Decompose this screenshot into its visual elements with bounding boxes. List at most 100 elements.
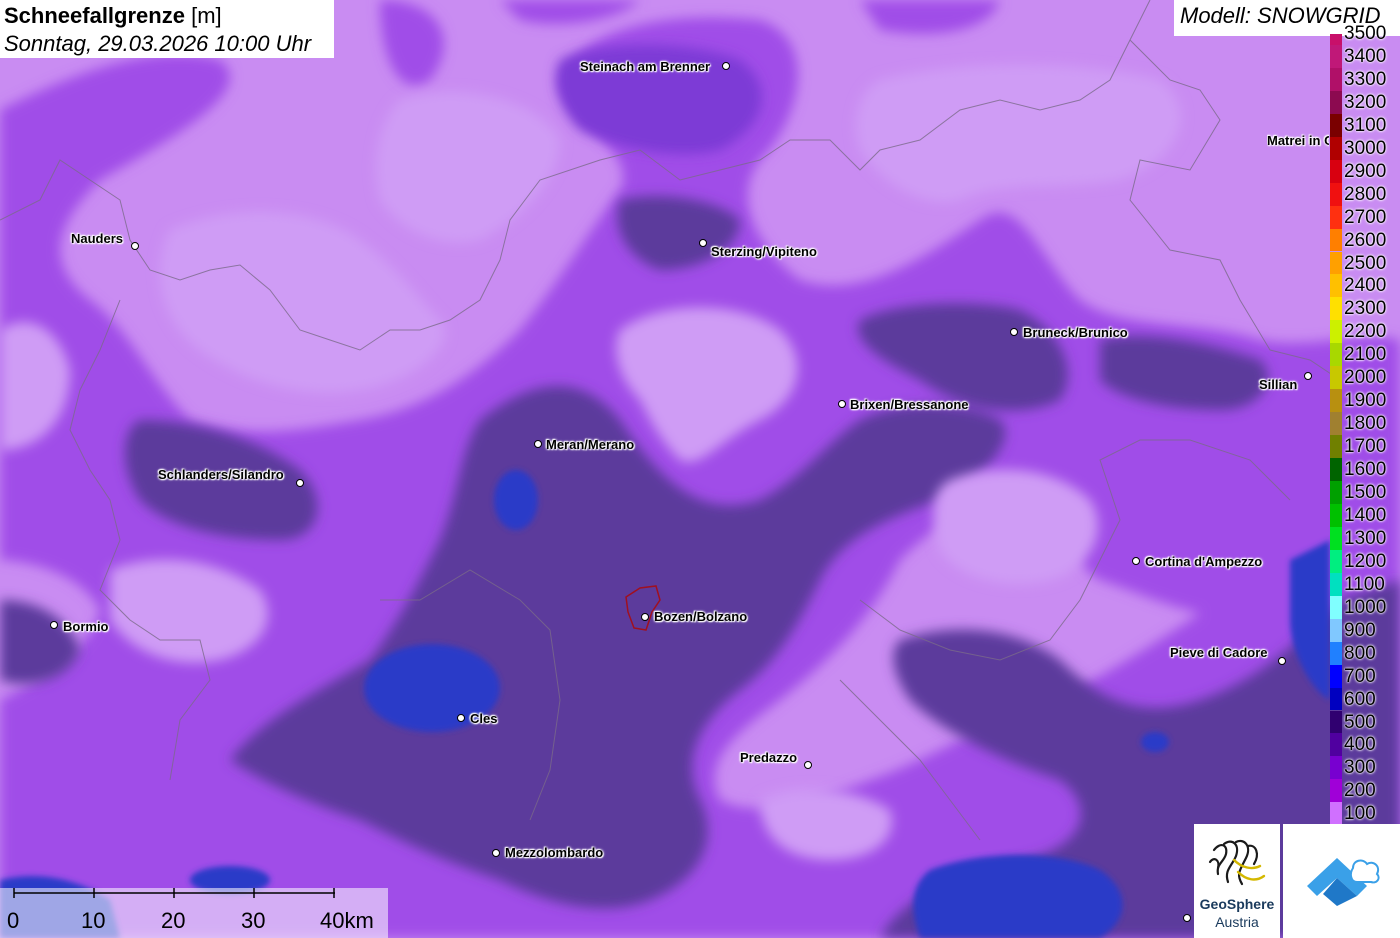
city-bormio[interactable]: Bormio [63, 619, 109, 634]
legend-label: 100 [1344, 803, 1376, 825]
city-nauders[interactable]: Nauders [71, 231, 123, 246]
legend-label: 3300 [1344, 68, 1387, 90]
scale-bar: 0 10 20 30 40km [0, 888, 388, 938]
legend-swatch [1330, 458, 1342, 481]
legend-swatch [1330, 779, 1342, 803]
legend-label: 2600 [1344, 229, 1387, 251]
city-marker[interactable] [296, 479, 304, 487]
legend-swatch [1330, 44, 1342, 68]
city-marker[interactable] [804, 761, 812, 769]
legend-swatch [1330, 343, 1342, 367]
legend-swatch [1330, 618, 1342, 642]
legend-label: 3400 [1344, 45, 1387, 67]
legend-swatch [1330, 435, 1342, 459]
legend-label: 1400 [1344, 504, 1387, 526]
legend-swatch [1330, 549, 1342, 573]
city-predazzo[interactable]: Predazzo [740, 750, 797, 765]
legend-label: 1000 [1344, 596, 1387, 618]
legend-swatch [1330, 526, 1342, 550]
city-sterzing[interactable]: Sterzing/Vipiteno [711, 244, 817, 259]
geosphere-logo[interactable]: GeoSphere Austria [1194, 824, 1280, 938]
legend-swatch [1330, 159, 1342, 183]
legend-label: 2300 [1344, 298, 1387, 320]
city-marker[interactable] [1183, 914, 1191, 922]
legend-label: 600 [1344, 688, 1376, 710]
legend-label: 500 [1344, 711, 1376, 733]
legend-label: 3100 [1344, 114, 1387, 136]
legend-swatch [1330, 90, 1342, 114]
city-marker[interactable] [457, 714, 465, 722]
title-box: Schneefallgrenze [m] Sonntag, 29.03.2026… [0, 0, 334, 58]
legend-swatch [1330, 182, 1342, 206]
city-marker[interactable] [131, 242, 139, 250]
legend-label: 1300 [1344, 527, 1387, 549]
city-marker[interactable] [492, 849, 500, 857]
city-marker[interactable] [1278, 657, 1286, 665]
city-cles[interactable]: Cles [470, 711, 497, 726]
logo-line2: Austria [1215, 914, 1259, 930]
arrow-cloud-icon [1307, 858, 1380, 906]
city-meran[interactable]: Meran/Merano [546, 437, 634, 452]
color-legend: 3500 3400 3300 3200 3100 3000 2900 2800 2700 2600… [1330, 23, 1400, 828]
legend-label: 3200 [1344, 91, 1387, 113]
city-marker[interactable] [50, 621, 58, 629]
legend-label: 1500 [1344, 482, 1387, 503]
legend-label: 900 [1344, 619, 1376, 641]
city-sillian[interactable]: Sillian [1259, 377, 1297, 392]
legend-label: 2500 [1344, 252, 1387, 274]
city-bruneck[interactable]: Bruneck/Brunico [1023, 325, 1128, 340]
scale-tick-label: 0 [7, 908, 20, 933]
legend-swatch [1330, 687, 1342, 711]
legend-swatch [1330, 802, 1342, 826]
legend-swatch [1330, 113, 1342, 137]
city-cortina[interactable]: Cortina d'Ampezzo [1145, 554, 1262, 569]
legend-swatch [1330, 251, 1342, 275]
legend-label: 2000 [1344, 367, 1387, 389]
city-matrei[interactable]: Matrei in Osttirol [1267, 133, 1329, 148]
legend-swatch [1330, 205, 1342, 229]
scale-tick-label: 10 [81, 908, 106, 933]
city-marker[interactable] [699, 239, 707, 247]
legend-swatch [1330, 389, 1342, 413]
legend-swatch [1330, 366, 1342, 390]
legend-label: 3500 [1344, 23, 1387, 44]
legend-label: 3000 [1344, 137, 1387, 159]
legend-swatch [1330, 67, 1342, 91]
legend-swatch [1330, 320, 1342, 344]
app-logo[interactable] [1283, 824, 1400, 938]
legend-label: 1100 [1344, 573, 1385, 595]
legend-label: 2400 [1344, 275, 1387, 297]
city-marker[interactable] [534, 440, 542, 448]
legend-label: 700 [1344, 665, 1376, 687]
legend-label: 2900 [1344, 160, 1387, 182]
legend-label: 2800 [1344, 183, 1387, 205]
legend-swatch [1330, 297, 1342, 321]
legend-swatch [1330, 481, 1342, 504]
legend-label: 200 [1344, 780, 1376, 802]
city-mezzolombardo[interactable]: Mezzolombardo [505, 845, 603, 860]
scale-tick-label: 40km [320, 908, 374, 933]
city-bozen[interactable]: Bozen/Bolzano [654, 609, 747, 624]
city-marker[interactable] [722, 62, 730, 70]
legend-label: 2200 [1344, 321, 1387, 343]
city-schlanders[interactable]: Schlanders/Silandro [158, 467, 284, 482]
city-marker[interactable] [1010, 328, 1018, 336]
geosphere-emblem-icon [1208, 839, 1266, 886]
city-marker[interactable] [838, 400, 846, 408]
city-marker[interactable] [641, 613, 649, 621]
city-pieve[interactable]: Pieve di Cadore [1170, 645, 1268, 660]
legend-label: 400 [1344, 734, 1376, 756]
city-marker[interactable] [1304, 372, 1312, 380]
legend-swatch [1330, 733, 1342, 757]
legend-label: 1700 [1344, 436, 1387, 458]
legend-swatch [1330, 710, 1342, 734]
legend-label: 2700 [1344, 206, 1387, 228]
scale-tick-label: 30 [241, 908, 266, 933]
legend-swatch [1330, 136, 1342, 160]
legend-swatch [1330, 228, 1342, 252]
legend-label: 800 [1344, 642, 1376, 664]
legend-label: 1600 [1344, 459, 1387, 481]
city-steinach[interactable]: Steinach am Brenner [580, 59, 710, 74]
city-brixen[interactable]: Brixen/Bressanone [850, 397, 969, 412]
city-marker[interactable] [1132, 557, 1140, 565]
